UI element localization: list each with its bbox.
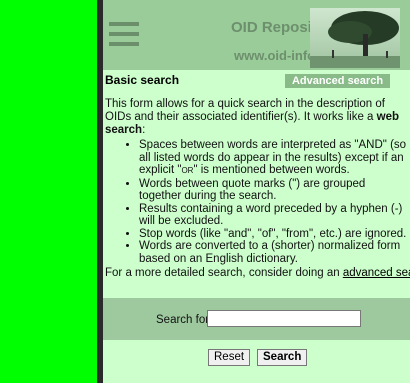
reset-button[interactable]: Reset	[208, 349, 251, 366]
advanced-search-hint: For a more detailed search, consider doi…	[105, 267, 410, 279]
advanced-search-link[interactable]: advanced search	[343, 267, 410, 279]
rule-item: Results containing a word preceded by a …	[139, 203, 408, 228]
rule-item: Words between quote marks (") are groupe…	[139, 178, 408, 203]
rule-item: Words are converted to a (shorter) norma…	[139, 240, 408, 265]
site-header: OID Repository www.oid-info.com	[103, 0, 410, 70]
left-green-bar	[0, 0, 97, 383]
tree-logo-icon	[310, 8, 400, 68]
hamburger-menu-icon[interactable]	[109, 22, 139, 48]
search-description: This form allows for a quick search in t…	[105, 98, 400, 136]
oid-search-panel: OID Repository www.oid-info.com Basic se…	[103, 0, 410, 383]
search-form-band: Search for	[103, 298, 410, 340]
basic-search-title: Basic search	[105, 73, 180, 87]
advanced-search-button[interactable]: Advanced search	[285, 74, 390, 88]
search-button[interactable]: Search	[257, 349, 308, 366]
rule-item: Stop words (like "and", "of", "from", et…	[139, 228, 408, 241]
search-rules-list: Spaces between words are interpreted as …	[105, 139, 408, 265]
search-for-label: Search for	[156, 314, 210, 326]
search-input[interactable]	[207, 310, 361, 327]
rule-item: Spaces between words are interpreted as …	[139, 139, 408, 178]
